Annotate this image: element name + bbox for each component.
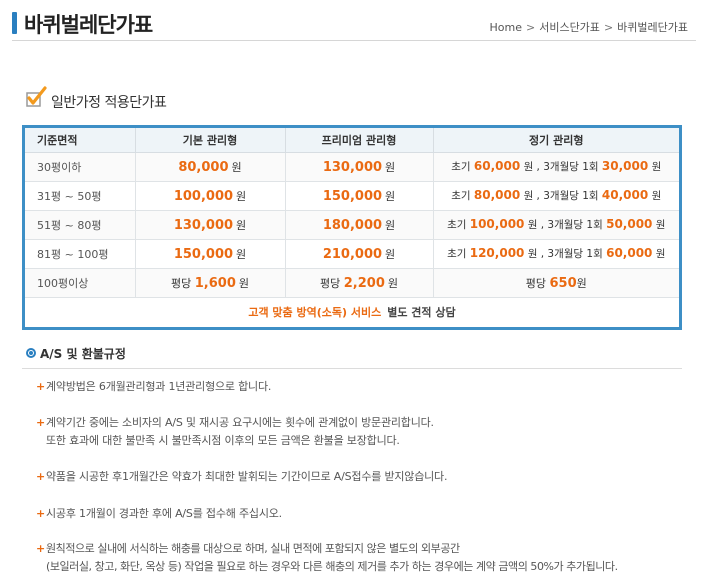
area-cell: 30평이하	[25, 152, 136, 182]
basic-price-cell: 100,000 원	[135, 181, 286, 211]
basic-price-cell: 평당 1,600 원	[135, 268, 286, 298]
area-cell: 31평 ~ 50평	[25, 181, 136, 211]
premium-price-cell: 150,000 원	[285, 181, 434, 211]
table-header-row: 기준면적 기본 관리형 프리미엄 관리형 정기 관리형	[25, 128, 679, 153]
breadcrumb-separator: >	[603, 21, 614, 34]
periodic-price-cell: 초기 60,000 원 , 3개월당 1회 30,000 원	[433, 152, 679, 182]
col-header-periodic: 정기 관리형	[433, 128, 679, 153]
breadcrumb-separator: >	[525, 21, 536, 34]
col-header-area: 기준면적	[25, 128, 136, 153]
list-item: + 원칙적으로 실내에 서식하는 해충를 대상으로 하며, 실내 면적에 포함되…	[36, 542, 618, 573]
periodic-price-cell: 초기 80,000 원 , 3개월당 1회 40,000 원	[433, 181, 679, 211]
list-item: + 계약방법은 6개월관리형과 1년관리형으로 합니다.	[36, 380, 272, 393]
basic-price-cell: 130,000 원	[135, 210, 286, 240]
table-row: 30평이하 80,000 원 130,000 원 초기 60,000 원 , 3개월…	[25, 152, 679, 182]
as-section-divider	[22, 368, 682, 369]
premium-price-cell: 평당 2,200 원	[285, 268, 434, 298]
page-title: 바퀴벌레단가표	[24, 13, 153, 37]
area-cell: 51평 ~ 80평	[25, 210, 136, 240]
basic-price-cell: 80,000 원	[135, 152, 286, 182]
periodic-price-cell: 평당 650원	[433, 268, 679, 298]
list-item: + 시공후 1개월이 경과한 후에 A/S를 접수해 주십시오.	[36, 507, 282, 520]
circle-bullet-icon	[26, 348, 36, 358]
col-header-premium: 프리미엄 관리형	[285, 128, 434, 153]
premium-price-cell: 130,000 원	[285, 152, 434, 182]
title-bar: 바퀴벌레단가표 Home > 서비스단가표 > 바퀴벌레단가표	[0, 0, 704, 44]
table-row: 100평이상 평당 1,600 원 평당 2,200 원 평당 650원	[25, 268, 679, 298]
title-accent-bar	[12, 12, 17, 34]
list-item: + 계약기간 중에는 소비자의 A/S 및 재시공 요구시에는 횟수에 관계없이…	[36, 416, 434, 447]
table-row: 51평 ~ 80평 130,000 원 180,000 원 초기 100,000 원…	[25, 210, 679, 240]
list-item: + 약품을 시공한 후1개월간은 약효가 최대한 발휘되는 기간이므로 A/S접…	[36, 470, 448, 483]
section-title: 일반가정 적용단가표	[51, 95, 167, 111]
table-row: 31평 ~ 50평 100,000 원 150,000 원 초기 80,000 원 …	[25, 181, 679, 211]
table-row: 81평 ~ 100평 150,000 원 210,000 원 초기 120,000 …	[25, 239, 679, 269]
table-footer-row: 고객 맞춤 방역(소독) 서비스 별도 견적 상담	[25, 297, 679, 326]
section-heading: 일반가정 적용단가표	[26, 86, 326, 112]
breadcrumb-current: 바퀴벌레단가표	[617, 21, 688, 34]
as-section-heading: A/S 및 환불규정	[26, 345, 326, 363]
premium-price-cell: 180,000 원	[285, 210, 434, 240]
as-section-title: A/S 및 환불규정	[40, 347, 126, 361]
premium-price-cell: 210,000 원	[285, 239, 434, 269]
area-cell: 100평이상	[25, 268, 136, 298]
price-table: 기준면적 기본 관리형 프리미엄 관리형 정기 관리형 30평이하 80,000…	[22, 125, 682, 330]
basic-price-cell: 150,000 원	[135, 239, 286, 269]
breadcrumb: Home > 서비스단가표 > 바퀴벌레단가표	[490, 19, 689, 35]
periodic-price-cell: 초기 100,000 원 , 3개월당 1회 50,000 원	[433, 210, 679, 240]
custom-service-note: 고객 맞춤 방역(소독) 서비스 별도 견적 상담	[25, 297, 679, 326]
breadcrumb-services[interactable]: 서비스단가표	[539, 21, 600, 34]
area-cell: 81평 ~ 100평	[25, 239, 136, 269]
breadcrumb-home[interactable]: Home	[490, 21, 522, 34]
checkbox-check-icon	[26, 86, 47, 107]
periodic-price-cell: 초기 120,000 원 , 3개월당 1회 60,000 원	[433, 239, 679, 269]
col-header-basic: 기본 관리형	[135, 128, 286, 153]
title-divider	[12, 40, 696, 41]
